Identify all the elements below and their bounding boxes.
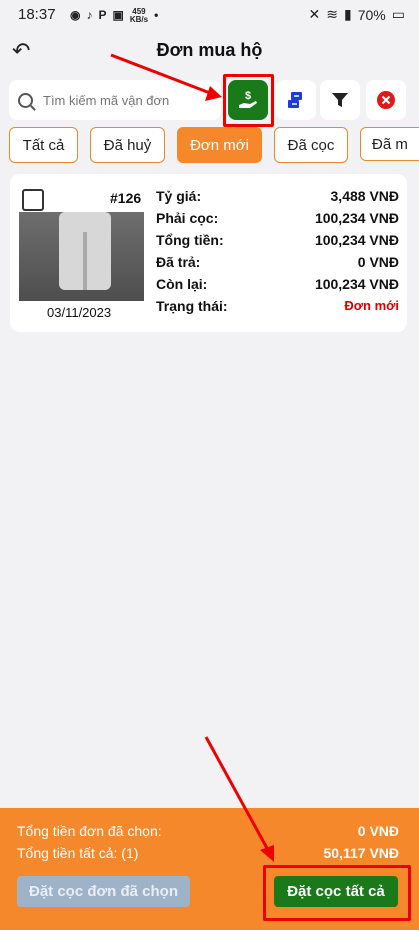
exchange-button[interactable]: [276, 80, 316, 120]
selected-total-label: Tổng tiền đơn đã chọn:: [17, 823, 162, 839]
tiktok-icon: ♪: [86, 8, 93, 22]
status-badge: Đơn mới: [344, 298, 399, 313]
row-label: Tổng tiền:: [156, 232, 224, 248]
status-bar: 18:37 ◉ ♪ P ▣ 459 KB/s • ✕ ≋ ▮ 70% ▭: [0, 0, 419, 32]
p-icon: P: [98, 8, 107, 22]
search-input[interactable]: [41, 91, 205, 109]
order-card[interactable]: #126 03/11/2023 Tỷ giá: 3,488 VNĐ Phải cọ…: [10, 174, 407, 332]
order-details: Tỷ giá: 3,488 VNĐ Phải cọc: 100,234 VNĐ Tổ…: [156, 188, 399, 320]
row-label: Đã trả:: [156, 254, 201, 270]
product-image: [19, 212, 144, 301]
tab-all[interactable]: Tất cả: [9, 127, 78, 163]
order-date: 03/11/2023: [47, 305, 112, 320]
row-value: 3,488 VNĐ: [330, 188, 399, 204]
order-id: #126: [110, 190, 142, 206]
row-paid: Đã trả: 0 VNĐ: [156, 254, 399, 276]
tab-more[interactable]: Đã m: [360, 127, 419, 161]
row-status: Trạng thái: Đơn mới: [156, 298, 399, 320]
status-tabs: Tất cả Đã huỷ Đơn mới Đã cọc Đã m: [9, 127, 419, 165]
filter-button[interactable]: [320, 80, 360, 120]
battery-icon: ▭: [391, 6, 405, 22]
mute-icon: ✕: [308, 6, 321, 22]
app-header: ↶ Đơn mua hộ: [0, 32, 419, 74]
toolbar: $: [9, 80, 419, 124]
all-total-label: Tổng tiền tất cả: (1): [17, 845, 139, 861]
deposit-selected-button[interactable]: Đặt cọc đơn đã chọn: [17, 876, 190, 907]
tab-new[interactable]: Đơn mới: [177, 127, 262, 163]
dot-icon: •: [154, 8, 159, 22]
page-title: Đơn mua hộ: [156, 40, 263, 60]
row-required-deposit: Phải cọc: 100,234 VNĐ: [156, 210, 399, 232]
system-icons: ✕ ≋ ▮ 70% ▭: [309, 6, 405, 23]
clear-button[interactable]: [366, 80, 406, 120]
image-icon: ▣: [112, 8, 124, 22]
wifi-icon: ≋: [326, 6, 339, 22]
row-label: Trạng thái:: [156, 298, 228, 314]
battery-percent: 70%: [357, 6, 386, 23]
messenger-icon: ◉: [70, 8, 81, 22]
tab-deposited[interactable]: Đã cọc: [274, 127, 348, 163]
highlight-box-deposit-all: [263, 865, 411, 921]
row-value: 100,234 VNĐ: [314, 276, 399, 292]
row-exchange-rate: Tỷ giá: 3,488 VNĐ: [156, 188, 399, 210]
notification-icons: ◉ ♪ P ▣ 459 KB/s •: [70, 8, 158, 24]
filter-icon: [332, 93, 348, 107]
row-total: Tổng tiền: 100,234 VNĐ: [156, 232, 399, 254]
signal-icon: ▮: [344, 6, 352, 22]
network-speed: 459 KB/s: [129, 7, 149, 24]
search-icon: [18, 92, 33, 108]
row-value: 100,234 VNĐ: [314, 232, 399, 248]
row-remaining: Còn lại: 100,234 VNĐ: [156, 276, 399, 298]
search-box[interactable]: [9, 80, 221, 120]
close-circle-icon: [377, 91, 395, 109]
row-value: 0 VNĐ: [357, 254, 399, 270]
tab-cancelled[interactable]: Đã huỷ: [90, 127, 165, 163]
status-time: 18:37: [18, 6, 56, 23]
pants-shape: [59, 212, 111, 290]
order-checkbox[interactable]: [22, 189, 44, 211]
selected-total-value: 0 VNĐ: [357, 823, 399, 839]
row-label: Phải cọc:: [156, 210, 219, 226]
row-value: 100,234 VNĐ: [314, 210, 399, 226]
exchange-icon: [288, 92, 302, 108]
all-total-value: 50,117 VNĐ: [323, 845, 400, 861]
row-label: Còn lại:: [156, 276, 208, 292]
highlight-box-deposit: [223, 74, 274, 127]
row-label: Tỷ giá:: [156, 188, 202, 204]
